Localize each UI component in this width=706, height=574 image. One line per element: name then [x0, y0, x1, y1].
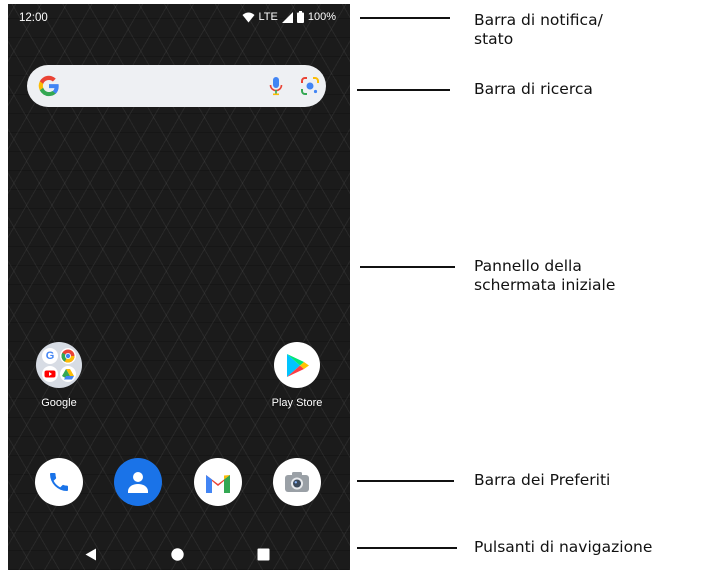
network-type: LTE: [258, 11, 278, 23]
home-icon[interactable]: [171, 548, 184, 561]
callout-navigation: Pulsanti di navigazione: [474, 538, 653, 556]
microphone-icon[interactable]: [269, 76, 283, 96]
battery-icon: [296, 11, 304, 23]
callout-line-home-panel: [360, 266, 455, 268]
google-lens-icon[interactable]: [300, 76, 320, 96]
callout-favorites: Barra dei Preferiti: [474, 471, 611, 489]
phone-screen: 12:00 LTE 100% G Google Play Store: [8, 4, 350, 570]
signal-icon: [281, 11, 293, 23]
callout-line-search: [357, 89, 450, 91]
status-time: 12:00: [19, 12, 48, 24]
phone-icon[interactable]: [35, 458, 83, 506]
battery-level: 100%: [307, 11, 336, 23]
app-label: Google: [41, 397, 77, 409]
recents-icon[interactable]: [257, 548, 270, 561]
play-store-icon: [274, 342, 320, 388]
contacts-icon[interactable]: [114, 458, 162, 506]
status-bar[interactable]: 12:00 LTE 100%: [8, 4, 350, 34]
search-bar[interactable]: [27, 65, 326, 107]
gmail-icon[interactable]: [194, 458, 242, 506]
google-g-icon: [38, 75, 59, 97]
callout-line-favorites: [357, 480, 454, 482]
google-folder-icon: G: [36, 342, 82, 388]
navigation-bar: [8, 538, 350, 570]
back-icon[interactable]: [85, 548, 97, 561]
app-play-store[interactable]: Play Store: [257, 342, 337, 409]
camera-icon[interactable]: [273, 458, 321, 506]
callout-home-panel: Pannello della schermata iniziale: [474, 257, 616, 294]
callout-search: Barra di ricerca: [474, 80, 593, 98]
wifi-icon: [242, 12, 254, 22]
callout-line-navigation: [357, 547, 457, 549]
callout-status: Barra di notifica/ stato: [474, 11, 603, 48]
app-label: Play Store: [271, 397, 323, 409]
status-icons: LTE 100%: [242, 11, 336, 23]
app-google-folder[interactable]: G Google: [19, 342, 99, 409]
callout-line-status: [360, 17, 450, 19]
